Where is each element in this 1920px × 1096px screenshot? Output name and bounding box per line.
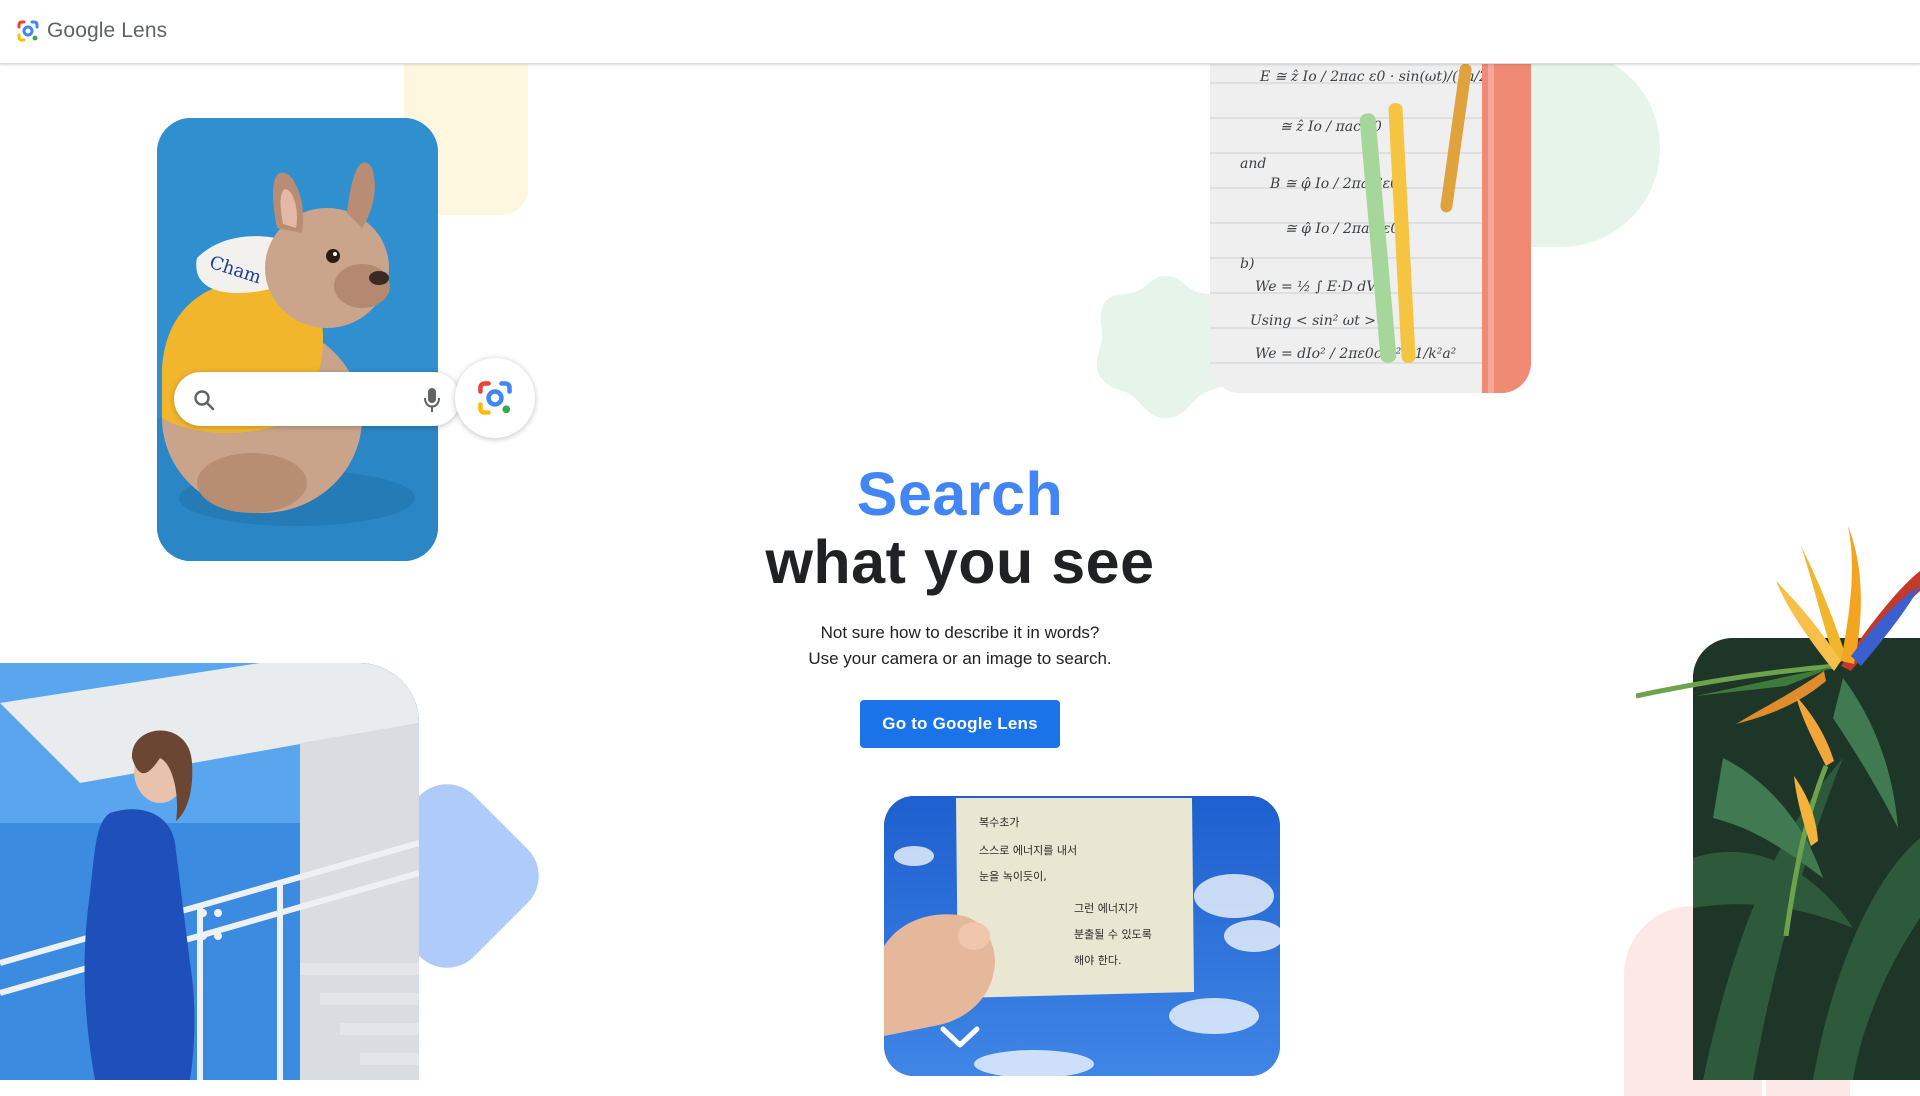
chevron-down-icon[interactable] — [939, 1024, 981, 1050]
hero-section: Search what you see Not sure how to desc… — [700, 460, 1220, 748]
note-line: 해야 한다. — [1074, 953, 1121, 967]
brand-google-text: Google — [47, 19, 116, 42]
note-line: 분출될 수 있도록 — [1074, 927, 1152, 941]
search-bar-mock[interactable] — [174, 372, 460, 426]
math-line: Using < sin² ωt > — [1250, 313, 1376, 329]
search-icon — [194, 390, 215, 411]
google-lens-logo[interactable]: Google Lens — [15, 18, 167, 44]
google-lens-icon — [17, 20, 39, 42]
woman-photo — [0, 663, 419, 1080]
note-line: 스스로 에너지를 내서 — [979, 844, 1077, 857]
hero-subtitle-line-2: Use your camera or an image to search. — [808, 649, 1112, 668]
dog-photo: Cham — [157, 118, 438, 561]
brand-lens-text: Lens — [121, 19, 168, 42]
plant-photo — [1693, 638, 1920, 1080]
math-line: and — [1240, 156, 1266, 172]
hero-subtitle: Not sure how to describe it in words? Us… — [700, 620, 1220, 672]
brand-wordmark: Google Lens — [47, 19, 167, 43]
hero-title-accent: Search — [856, 460, 1064, 528]
microphone-icon[interactable] — [422, 386, 442, 414]
math-line: We = dIo² / 2πε0c²a² · 1/k²a² — [1255, 346, 1457, 362]
top-bar: Google Lens — [0, 0, 1920, 64]
hero-subtitle-line-1: Not sure how to describe it in words? — [820, 623, 1100, 642]
math-line: b) — [1240, 256, 1254, 272]
lens-camera-button[interactable] — [455, 358, 535, 438]
go-to-google-lens-button[interactable]: Go to Google Lens — [860, 700, 1060, 748]
math-line: We = ½ ∫ E·D dV — [1255, 279, 1378, 295]
note-line: 그런 에너지가 — [1074, 902, 1138, 915]
math-notes-photo: E ≅ ẑ Io / 2πac ε0 · sin(ωt)/(ka/2) ≅ ẑ … — [1210, 63, 1531, 393]
hero-title: what you see — [765, 528, 1155, 596]
note-line: 눈을 녹이듯이, — [979, 870, 1047, 883]
note-line: 복수초가 — [979, 816, 1019, 829]
google-lens-icon — [478, 381, 512, 415]
